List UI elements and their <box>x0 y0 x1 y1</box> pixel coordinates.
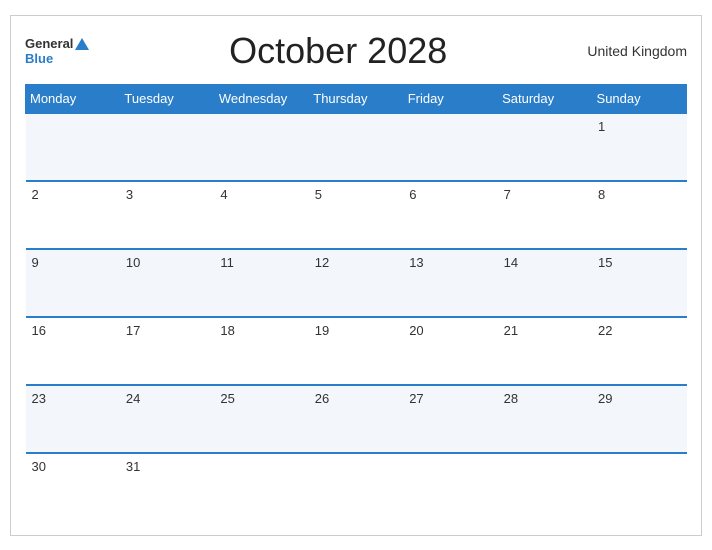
calendar-cell <box>214 453 308 521</box>
day-number: 22 <box>598 323 612 338</box>
calendar-cell: 27 <box>403 385 497 453</box>
calendar-cell: 9 <box>26 249 120 317</box>
calendar-cell: 12 <box>309 249 403 317</box>
calendar-cell <box>592 453 686 521</box>
day-number: 31 <box>126 459 140 474</box>
day-number: 25 <box>220 391 234 406</box>
calendar-cell <box>26 113 120 181</box>
day-number: 19 <box>315 323 329 338</box>
calendar-cell: 7 <box>498 181 592 249</box>
calendar-cell: 5 <box>309 181 403 249</box>
calendar-cell: 24 <box>120 385 214 453</box>
calendar-cell <box>403 113 497 181</box>
day-number: 2 <box>32 187 39 202</box>
day-number: 18 <box>220 323 234 338</box>
day-number: 21 <box>504 323 518 338</box>
calendar-thead: MondayTuesdayWednesdayThursdayFridaySatu… <box>26 84 687 113</box>
day-number: 29 <box>598 391 612 406</box>
day-number: 13 <box>409 255 423 270</box>
weekday-header-thursday: Thursday <box>309 84 403 113</box>
day-number: 12 <box>315 255 329 270</box>
logo-triangle-icon <box>75 38 89 50</box>
calendar-title: October 2028 <box>89 30 587 72</box>
day-number: 30 <box>32 459 46 474</box>
day-number: 26 <box>315 391 329 406</box>
calendar-container: General Blue October 2028 United Kingdom… <box>10 15 702 536</box>
calendar-cell: 8 <box>592 181 686 249</box>
day-number: 6 <box>409 187 416 202</box>
calendar-header: General Blue October 2028 United Kingdom <box>25 26 687 76</box>
weekday-header-friday: Friday <box>403 84 497 113</box>
weekday-header-monday: Monday <box>26 84 120 113</box>
weekday-header-sunday: Sunday <box>592 84 686 113</box>
country-label: United Kingdom <box>587 43 687 59</box>
day-number: 9 <box>32 255 39 270</box>
calendar-table: MondayTuesdayWednesdayThursdayFridaySatu… <box>25 84 687 521</box>
day-number: 24 <box>126 391 140 406</box>
calendar-cell: 28 <box>498 385 592 453</box>
week-row-1: 2 3 4 5 6 7 8 <box>26 181 687 249</box>
calendar-cell: 11 <box>214 249 308 317</box>
calendar-cell: 10 <box>120 249 214 317</box>
day-number: 27 <box>409 391 423 406</box>
calendar-cell: 1 <box>592 113 686 181</box>
logo: General Blue <box>25 36 89 65</box>
calendar-cell: 26 <box>309 385 403 453</box>
day-number: 16 <box>32 323 46 338</box>
calendar-cell: 4 <box>214 181 308 249</box>
calendar-cell: 21 <box>498 317 592 385</box>
calendar-cell: 22 <box>592 317 686 385</box>
day-number: 10 <box>126 255 140 270</box>
weekday-header-wednesday: Wednesday <box>214 84 308 113</box>
day-number: 8 <box>598 187 605 202</box>
calendar-cell <box>120 113 214 181</box>
day-number: 15 <box>598 255 612 270</box>
calendar-cell: 30 <box>26 453 120 521</box>
day-number: 23 <box>32 391 46 406</box>
week-row-5: 30 31 <box>26 453 687 521</box>
calendar-cell: 20 <box>403 317 497 385</box>
calendar-cell: 14 <box>498 249 592 317</box>
logo-general-text: General <box>25 36 89 52</box>
day-number: 28 <box>504 391 518 406</box>
logo-blue-text: Blue <box>25 52 53 65</box>
calendar-cell: 19 <box>309 317 403 385</box>
day-number: 5 <box>315 187 322 202</box>
calendar-cell: 18 <box>214 317 308 385</box>
calendar-cell <box>403 453 497 521</box>
calendar-cell: 3 <box>120 181 214 249</box>
day-number: 11 <box>220 255 234 270</box>
calendar-cell: 13 <box>403 249 497 317</box>
weekday-header-row: MondayTuesdayWednesdayThursdayFridaySatu… <box>26 84 687 113</box>
week-row-2: 9 10 11 12 13 14 15 <box>26 249 687 317</box>
calendar-cell: 6 <box>403 181 497 249</box>
week-row-3: 16 17 18 19 20 21 22 <box>26 317 687 385</box>
calendar-cell <box>214 113 308 181</box>
weekday-header-saturday: Saturday <box>498 84 592 113</box>
calendar-cell: 31 <box>120 453 214 521</box>
day-number: 4 <box>220 187 227 202</box>
calendar-cell <box>498 453 592 521</box>
calendar-cell <box>309 113 403 181</box>
week-row-4: 23 24 25 26 27 28 29 <box>26 385 687 453</box>
day-number: 3 <box>126 187 133 202</box>
calendar-cell: 23 <box>26 385 120 453</box>
weekday-header-tuesday: Tuesday <box>120 84 214 113</box>
calendar-cell: 17 <box>120 317 214 385</box>
calendar-cell: 25 <box>214 385 308 453</box>
day-number: 1 <box>598 119 605 134</box>
day-number: 20 <box>409 323 423 338</box>
week-row-0: 1 <box>26 113 687 181</box>
calendar-cell: 2 <box>26 181 120 249</box>
calendar-cell: 29 <box>592 385 686 453</box>
calendar-cell: 15 <box>592 249 686 317</box>
day-number: 14 <box>504 255 518 270</box>
day-number: 7 <box>504 187 511 202</box>
calendar-cell: 16 <box>26 317 120 385</box>
calendar-cell <box>498 113 592 181</box>
calendar-tbody: 1234567891011121314151617181920212223242… <box>26 113 687 521</box>
day-number: 17 <box>126 323 140 338</box>
calendar-cell <box>309 453 403 521</box>
